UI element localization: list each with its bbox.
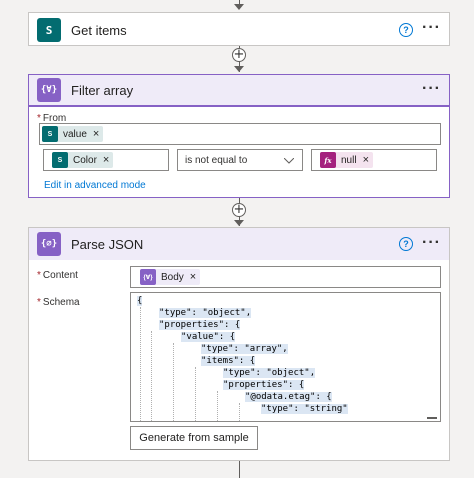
editor-scrollbar[interactable] xyxy=(427,417,437,419)
schema-line: "items": { xyxy=(201,355,256,367)
color-token[interactable]: S Color × xyxy=(52,152,114,168)
more-icon[interactable]: ··· xyxy=(422,13,441,47)
arrow-down-icon xyxy=(234,66,244,72)
edit-advanced-mode-link[interactable]: Edit in advanced mode xyxy=(44,180,146,191)
schema-line: "type": "string" xyxy=(261,403,348,415)
schema-line-text: "type": "object", xyxy=(223,368,316,378)
schema-line: { xyxy=(137,295,143,307)
indent-guide xyxy=(151,331,152,421)
function-icon-text: fx xyxy=(324,155,332,165)
schema-line: "type": "object", xyxy=(159,307,252,319)
schema-line-text: "@odata.etag": { xyxy=(245,392,332,402)
parse-json-card[interactable]: {∅} Parse JSON ? ··· * Content {∀} Body ×… xyxy=(28,227,450,461)
indent-guide xyxy=(140,307,141,421)
body-token[interactable]: {∀} Body × xyxy=(140,269,201,285)
schema-line: "properties": { xyxy=(159,319,241,331)
schema-line-text: { xyxy=(137,296,143,306)
schema-label: * Schema xyxy=(37,297,80,308)
help-icon[interactable]: ? xyxy=(399,23,413,37)
connector-line-bottom xyxy=(239,461,240,478)
close-icon[interactable]: × xyxy=(93,128,99,140)
indent-guide xyxy=(195,367,196,421)
schema-line-text: "properties": { xyxy=(223,380,305,390)
operator-value: is not equal to xyxy=(185,155,248,166)
chevron-down-icon xyxy=(284,158,294,164)
schema-line-text: "properties": { xyxy=(159,320,241,330)
filter-array-icon-glyph: {∀} xyxy=(40,85,58,95)
schema-line: "type": "array", xyxy=(201,343,288,355)
sharepoint-icon: S xyxy=(37,18,61,42)
body-token-label: Body xyxy=(161,271,184,283)
from-input[interactable]: S value × xyxy=(39,123,441,145)
schema-editor[interactable]: { "type": "object", "properties": { "val… xyxy=(130,292,441,422)
content-input[interactable]: {∀} Body × xyxy=(130,266,441,288)
generate-from-sample-button[interactable]: Generate from sample xyxy=(130,426,258,450)
content-label-text: Content xyxy=(42,270,78,281)
close-icon[interactable]: × xyxy=(103,154,109,166)
function-icon: fx xyxy=(320,152,336,168)
sharepoint-icon-letter: S xyxy=(45,23,53,37)
sharepoint-icon: S xyxy=(42,126,58,142)
parse-json-icon: {∅} xyxy=(37,232,61,256)
generate-from-sample-label: Generate from sample xyxy=(139,432,249,444)
get-items-header[interactable]: S Get items ? ··· xyxy=(29,13,449,47)
add-step-plus-icon[interactable]: + xyxy=(232,203,246,217)
indent-guide xyxy=(239,403,240,421)
parse-json-icon-glyph: {∅} xyxy=(40,239,58,249)
schema-line-text: "type": "object", xyxy=(159,308,252,318)
more-icon[interactable]: ··· xyxy=(422,75,441,105)
color-token-label: Color xyxy=(73,154,97,166)
arrow-down-icon xyxy=(234,4,244,10)
schema-label-text: Schema xyxy=(42,297,80,308)
schema-line-text: "items": { xyxy=(201,356,256,366)
parse-json-icon: {∀} xyxy=(140,269,156,285)
operator-dropdown[interactable]: is not equal to xyxy=(177,149,303,171)
right-operand-input[interactable]: fx null × xyxy=(311,149,437,171)
parse-json-header[interactable]: {∅} Parse JSON ? ··· xyxy=(29,228,449,260)
schema-line: "properties": { xyxy=(223,379,305,391)
indent-guide xyxy=(217,391,218,421)
add-step-plus-icon[interactable]: + xyxy=(232,48,246,62)
more-icon[interactable]: ··· xyxy=(422,228,441,260)
schema-line-text: "type": "string" xyxy=(261,404,348,414)
filter-array-icon: {∀} xyxy=(37,78,61,102)
schema-line: "@odata.etag": { xyxy=(245,391,332,403)
schema-line-text: "value": { xyxy=(181,332,236,342)
sharepoint-icon: S xyxy=(52,152,68,168)
schema-line: "type": "object", xyxy=(223,367,316,379)
get-items-card[interactable]: S Get items ? ··· xyxy=(28,12,450,46)
from-token-label: value xyxy=(63,128,87,140)
filter-array-title: Filter array xyxy=(71,82,134,98)
schema-line-text: "type": "array", xyxy=(201,344,288,354)
null-token-label: null xyxy=(341,154,357,166)
from-token[interactable]: S value × xyxy=(42,126,104,142)
required-asterisk: * xyxy=(37,297,41,308)
close-icon[interactable]: × xyxy=(363,154,369,166)
arrow-down-icon xyxy=(234,220,244,226)
parse-json-title: Parse JSON xyxy=(71,236,144,252)
close-icon[interactable]: × xyxy=(190,271,196,283)
required-asterisk: * xyxy=(37,270,41,281)
get-items-title: Get items xyxy=(71,22,127,38)
filter-array-card[interactable]: {∀} Filter array ··· * From S value × S C… xyxy=(28,74,450,198)
left-operand-input[interactable]: S Color × xyxy=(43,149,169,171)
help-icon[interactable]: ? xyxy=(399,237,413,251)
indent-guide xyxy=(173,343,174,421)
filter-array-header[interactable]: {∀} Filter array ··· xyxy=(29,75,449,107)
content-label: * Content xyxy=(37,270,78,281)
null-token[interactable]: fx null × xyxy=(320,152,374,168)
schema-line: "value": { xyxy=(181,331,236,343)
